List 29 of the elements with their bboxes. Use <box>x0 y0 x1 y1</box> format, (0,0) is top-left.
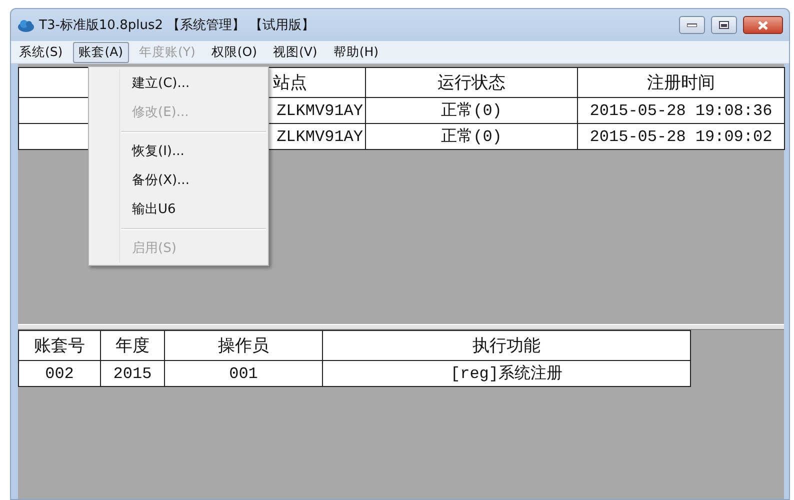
dropdown-menu-item[interactable]: 输出U6 <box>89 195 268 224</box>
table-cell: [reg]系统注册 <box>322 360 690 386</box>
menu-item[interactable]: 权限(O) <box>205 42 263 62</box>
column-header[interactable]: 操作员 <box>164 330 322 360</box>
menu-item[interactable]: 账套(A) <box>72 42 130 62</box>
menu-item[interactable]: 帮助(H) <box>327 42 384 62</box>
table-cell: 正常(0) <box>366 98 578 124</box>
close-button[interactable] <box>743 16 783 34</box>
column-header[interactable]: 年度 <box>100 330 164 360</box>
minimize-icon <box>687 23 697 27</box>
table-cell: 正常(0) <box>366 124 578 150</box>
menu-item[interactable]: 视图(V) <box>267 42 324 62</box>
table-cell: 002 <box>18 360 100 386</box>
table-cell: 2015 <box>100 360 164 386</box>
table-cell: 001 <box>164 360 322 386</box>
dropdown-menu-item[interactable]: 备份(X)... <box>89 166 268 195</box>
window-title: T3-标准版10.8plus2 【系统管理】 【试用版】 <box>39 17 314 34</box>
menu-item[interactable]: 系统(S) <box>13 42 69 62</box>
minimize-button[interactable] <box>679 16 705 34</box>
maximize-icon <box>719 21 729 29</box>
column-header[interactable]: 执行功能 <box>322 330 690 360</box>
app-logo-icon <box>17 17 35 33</box>
column-header[interactable]: 注册时间 <box>578 68 784 98</box>
table-cell: 2015-05-28 19:08:36 <box>578 98 784 124</box>
close-icon <box>758 20 768 30</box>
table-cell: 2015-05-28 19:09:02 <box>578 124 784 150</box>
column-header[interactable]: 账套号 <box>18 330 100 360</box>
column-header[interactable]: 运行状态 <box>366 68 578 98</box>
maximize-button[interactable] <box>711 16 737 34</box>
